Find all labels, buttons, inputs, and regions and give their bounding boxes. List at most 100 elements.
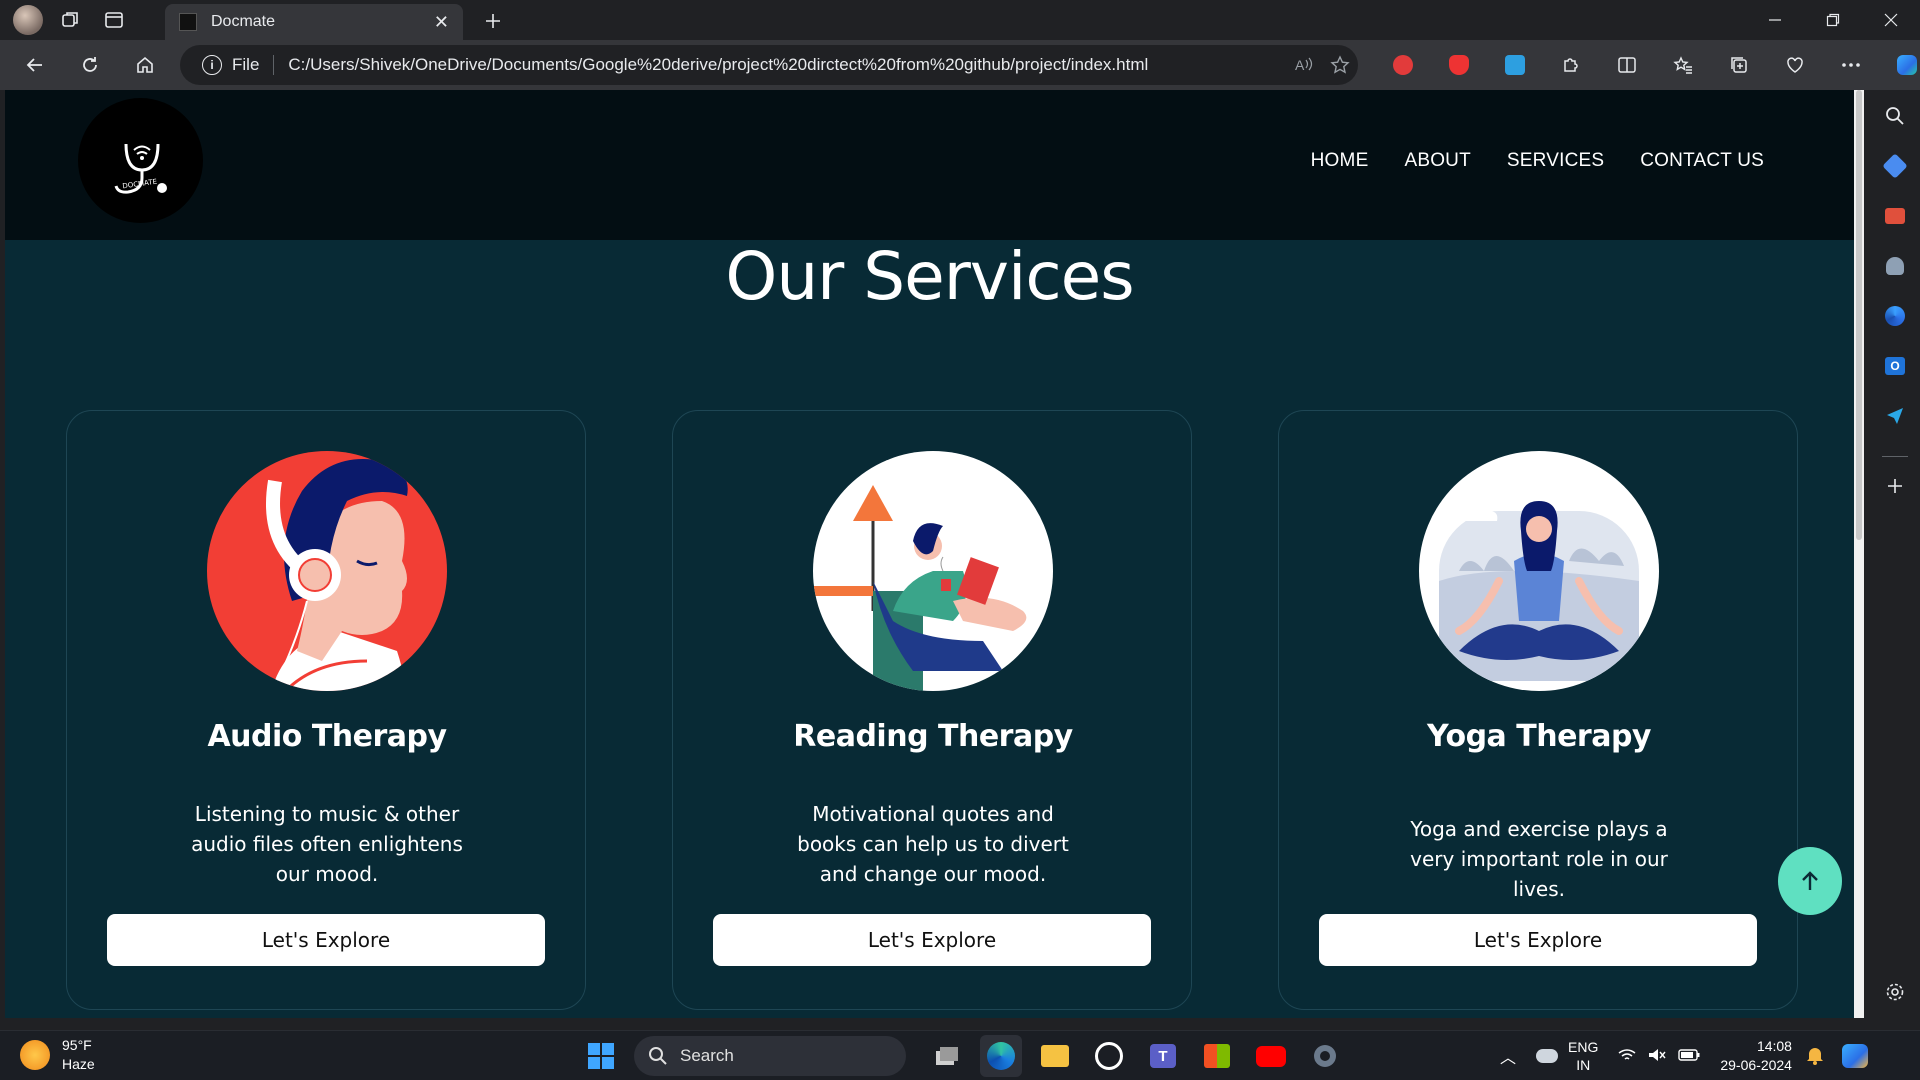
task-view-icon[interactable]: [926, 1035, 968, 1077]
browser-titlebar: Docmate ✕: [0, 0, 1920, 40]
whatsapp-icon[interactable]: [1088, 1035, 1130, 1077]
close-window-icon[interactable]: [1862, 0, 1920, 40]
extensions-puzzle-icon[interactable]: [1543, 45, 1599, 85]
sidebar-tools-icon[interactable]: [1883, 204, 1907, 228]
start-windows-icon[interactable]: [580, 1035, 622, 1077]
card-title: Audio Therapy: [207, 719, 447, 754]
copilot-taskbar-icon[interactable]: [1841, 1044, 1868, 1068]
battery-icon[interactable]: [1678, 1048, 1700, 1064]
adblock-extension-icon[interactable]: [1375, 45, 1431, 85]
image-extension-icon[interactable]: [1487, 45, 1543, 85]
collections-icon[interactable]: [1711, 45, 1767, 85]
sidebar-divider: [1882, 456, 1908, 457]
arrow-up-icon: [1802, 871, 1818, 890]
tab-actions-icon[interactable]: [97, 5, 131, 35]
browser-essentials-icon[interactable]: [1767, 45, 1823, 85]
browser-sidebar: O: [1870, 90, 1920, 1018]
language-region: IN: [1576, 1057, 1591, 1073]
web-page: DOCMATE HOME ABOUT SERVICES CONTACT US O…: [5, 90, 1854, 1018]
main-nav: HOME ABOUT SERVICES CONTACT US: [1311, 150, 1764, 172]
edge-browser-icon[interactable]: [980, 1035, 1022, 1077]
logo-text: DOCMATE: [121, 177, 157, 190]
nav-home[interactable]: HOME: [1311, 150, 1369, 172]
split-screen-icon[interactable]: [1599, 45, 1655, 85]
card-description: Yoga and exercise plays a very important…: [1410, 817, 1668, 901]
language-indicator[interactable]: ENG IN: [1568, 1038, 1598, 1074]
yoga-therapy-illustration: [1419, 451, 1659, 691]
system-tray: ︿ ENG IN 14:08 29-06-2024: [1500, 1031, 1868, 1080]
docmate-logo[interactable]: DOCMATE: [78, 98, 203, 223]
browser-toolbar: i File C:/Users/Shivek/OneDrive/Document…: [0, 40, 1920, 90]
notification-bell-icon[interactable]: [1806, 1045, 1824, 1068]
restore-icon[interactable]: [1804, 0, 1862, 40]
nav-contact-us[interactable]: CONTACT US: [1640, 150, 1764, 172]
more-options-icon[interactable]: [1823, 45, 1879, 85]
sidebar-send-icon[interactable]: [1883, 404, 1907, 428]
youtube-icon[interactable]: [1250, 1035, 1292, 1077]
tab-favicon: [179, 13, 197, 31]
microsoft-store-icon[interactable]: [1196, 1035, 1238, 1077]
tab-close-icon[interactable]: ✕: [434, 12, 449, 33]
profile-avatar[interactable]: [13, 5, 43, 35]
sidebar-outlook-icon[interactable]: O: [1883, 354, 1907, 378]
explore-button[interactable]: Let's Explore: [107, 914, 545, 966]
scrollbar-thumb[interactable]: [1856, 90, 1862, 540]
address-bar[interactable]: i File C:/Users/Shivek/OneDrive/Document…: [180, 45, 1358, 85]
clock-date: 29-06-2024: [1720, 1057, 1792, 1073]
back-icon[interactable]: [15, 45, 55, 85]
sidebar-shopping-icon[interactable]: [1882, 153, 1908, 179]
nav-about[interactable]: ABOUT: [1404, 150, 1470, 172]
taskbar-clock[interactable]: 14:08 29-06-2024: [1720, 1037, 1792, 1075]
nav-services[interactable]: SERVICES: [1507, 150, 1604, 172]
sidebar-office-icon[interactable]: [1883, 304, 1907, 328]
reading-therapy-illustration: [813, 451, 1053, 691]
window-controls: [1746, 0, 1920, 40]
settings-app-icon[interactable]: [1304, 1035, 1346, 1077]
weather-condition: Haze: [62, 1056, 95, 1072]
search-icon: [649, 1047, 667, 1065]
service-card-reading: Reading Therapy Motivational quotes and …: [672, 410, 1192, 1010]
tab-title: Docmate: [211, 13, 276, 30]
teams-icon[interactable]: T: [1142, 1035, 1184, 1077]
read-aloud-icon[interactable]: A: [1286, 56, 1322, 74]
card-title: Reading Therapy: [793, 719, 1073, 754]
home-icon[interactable]: [125, 45, 165, 85]
taskbar-apps: Search T: [580, 1035, 1358, 1077]
sidebar-add-icon[interactable]: [1883, 474, 1907, 498]
new-tab-icon[interactable]: [478, 6, 508, 36]
site-header: DOCMATE HOME ABOUT SERVICES CONTACT US: [5, 90, 1854, 240]
shield-extension-icon[interactable]: [1431, 45, 1487, 85]
windows-taskbar: 95°F Haze Search T ︿ ENG IN 14:08 29-06-…: [0, 1030, 1920, 1080]
clock-time: 14:08: [1756, 1038, 1792, 1054]
volume-muted-icon[interactable]: [1648, 1048, 1666, 1065]
address-scheme-label: File: [232, 55, 275, 75]
page-scrollbar[interactable]: [1854, 90, 1864, 1018]
card-description: Motivational quotes and books can help u…: [797, 802, 1069, 886]
wifi-icon[interactable]: [1618, 1048, 1636, 1065]
explore-button[interactable]: Let's Explore: [713, 914, 1151, 966]
workspaces-icon[interactable]: [53, 5, 87, 35]
sidebar-search-icon[interactable]: [1883, 104, 1907, 128]
explore-button[interactable]: Let's Explore: [1319, 914, 1757, 966]
svg-text:A: A: [1295, 57, 1305, 73]
address-url[interactable]: C:/Users/Shivek/OneDrive/Documents/Googl…: [288, 55, 1286, 75]
browser-tab-active[interactable]: Docmate ✕: [165, 4, 463, 40]
onedrive-cloud-icon[interactable]: [1536, 1049, 1559, 1063]
tray-overflow-chevron-icon[interactable]: ︿: [1500, 1044, 1516, 1068]
copilot-icon[interactable]: [1879, 45, 1920, 85]
refresh-icon[interactable]: [70, 45, 110, 85]
site-info-icon[interactable]: i: [202, 55, 222, 75]
card-title: Yoga Therapy: [1427, 719, 1651, 754]
minimize-icon[interactable]: [1746, 0, 1804, 40]
sidebar-settings-icon[interactable]: [1883, 980, 1907, 1004]
taskbar-search[interactable]: Search: [634, 1036, 906, 1076]
favorites-icon[interactable]: [1655, 45, 1711, 85]
taskbar-search-label: Search: [680, 1046, 734, 1065]
sidebar-games-icon[interactable]: [1883, 254, 1907, 278]
weather-temperature: 95°F: [62, 1037, 92, 1053]
language-code: ENG: [1568, 1039, 1599, 1055]
weather-widget[interactable]: 95°F Haze: [20, 1036, 95, 1074]
scroll-to-top-button[interactable]: [1778, 847, 1842, 915]
favorite-star-icon[interactable]: [1322, 55, 1358, 75]
file-explorer-icon[interactable]: [1034, 1035, 1076, 1077]
